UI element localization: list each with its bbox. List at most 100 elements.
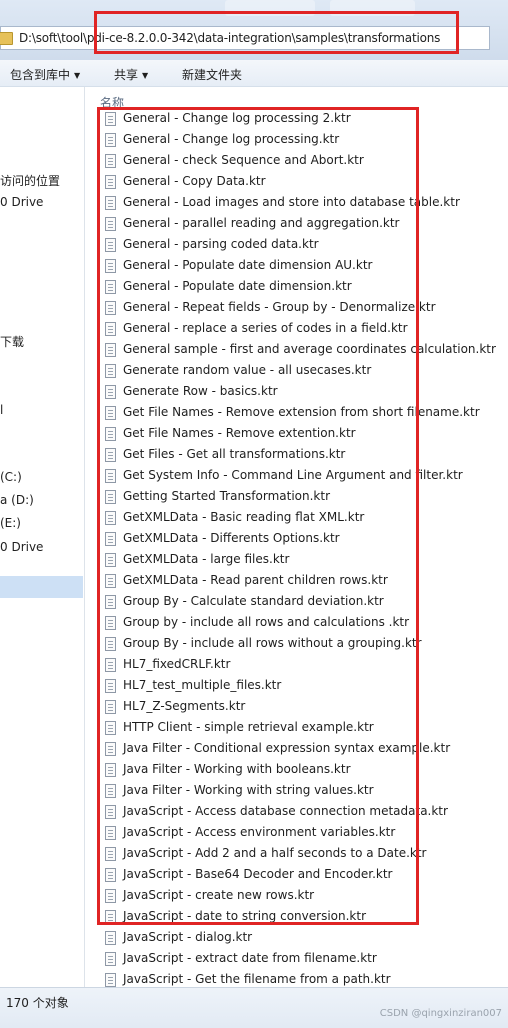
- file-icon: [105, 952, 116, 966]
- nav-item-downloads[interactable]: 下载: [0, 333, 24, 350]
- file-name: JavaScript - dialog.ktr: [123, 930, 253, 944]
- file-row[interactable]: General - Populate date dimension.ktr: [105, 277, 505, 298]
- file-row[interactable]: Java Filter - Conditional expression syn…: [105, 739, 505, 760]
- file-row[interactable]: Get System Info - Command Line Argument …: [105, 466, 505, 487]
- file-name: HTTP Client - simple retrieval example.k…: [123, 720, 374, 734]
- file-icon: [105, 679, 116, 693]
- file-icon: [105, 490, 116, 504]
- nav-item-drive-e[interactable]: (E:): [0, 516, 21, 530]
- file-icon: [105, 595, 116, 609]
- file-row[interactable]: Java Filter - Working with booleans.ktr: [105, 760, 505, 781]
- file-row[interactable]: General - parallel reading and aggregati…: [105, 214, 505, 235]
- file-row[interactable]: General - Repeat fields - Group by - Den…: [105, 298, 505, 319]
- file-name: JavaScript - Add 2 and a half seconds to…: [123, 846, 427, 860]
- file-name: GetXMLData - Read parent children rows.k…: [123, 573, 388, 587]
- file-row[interactable]: GetXMLData - large files.ktr: [105, 550, 505, 571]
- nav-item-library[interactable]: l: [0, 403, 3, 417]
- nav-item-drive-c[interactable]: (C:): [0, 470, 22, 484]
- new-folder-button[interactable]: 新建文件夹: [182, 66, 242, 83]
- file-icon: [105, 847, 116, 861]
- file-name: Get System Info - Command Line Argument …: [123, 468, 463, 482]
- nav-item-recent-places[interactable]: 访问的位置: [0, 172, 60, 189]
- file-row[interactable]: General - check Sequence and Abort.ktr: [105, 151, 505, 172]
- file-row[interactable]: JavaScript - extract date from filename.…: [105, 949, 505, 970]
- file-icon: [105, 322, 116, 336]
- share-button[interactable]: 共享 ▼: [114, 66, 148, 83]
- address-path: D:\soft\tool\pdi-ce-8.2.0.0-342\data-int…: [19, 31, 441, 45]
- file-row[interactable]: General sample - first and average coord…: [105, 340, 505, 361]
- chevron-down-icon: ▼: [142, 71, 149, 80]
- file-row[interactable]: Java Filter - Working with string values…: [105, 781, 505, 802]
- file-icon: [105, 511, 116, 525]
- file-row[interactable]: Group By - include all rows without a gr…: [105, 634, 505, 655]
- file-name: Group by - include all rows and calculat…: [123, 615, 410, 629]
- file-row[interactable]: HL7_fixedCRLF.ktr: [105, 655, 505, 676]
- file-row[interactable]: GetXMLData - Differents Options.ktr: [105, 529, 505, 550]
- chevron-down-icon: ▼: [74, 71, 81, 80]
- file-row[interactable]: General - Change log processing 2.ktr: [105, 109, 505, 130]
- file-row[interactable]: Get File Names - Remove extention.ktr: [105, 424, 505, 445]
- file-name: General - check Sequence and Abort.ktr: [123, 153, 364, 167]
- file-name: Java Filter - Conditional expression syn…: [123, 741, 451, 755]
- file-row[interactable]: Generate Row - basics.ktr: [105, 382, 505, 403]
- file-row[interactable]: GetXMLData - Read parent children rows.k…: [105, 571, 505, 592]
- include-in-library-button[interactable]: 包含到库中 ▼: [10, 66, 80, 83]
- file-name: JavaScript - extract date from filename.…: [123, 951, 377, 965]
- file-icon: [105, 301, 116, 315]
- watermark: CSDN @qingxinziran007: [379, 1008, 502, 1019]
- file-name: JavaScript - Access environment variable…: [123, 825, 396, 839]
- file-row[interactable]: JavaScript - dialog.ktr: [105, 928, 505, 949]
- item-count: 170 个对象: [6, 996, 69, 1010]
- background-tab: [330, 0, 415, 16]
- file-name: General - Change log processing.ktr: [123, 132, 340, 146]
- file-row[interactable]: JavaScript - Access database connection …: [105, 802, 505, 823]
- file-row[interactable]: Getting Started Transformation.ktr: [105, 487, 505, 508]
- file-row[interactable]: Get File Names - Remove extension from s…: [105, 403, 505, 424]
- file-icon: [105, 826, 116, 840]
- file-row[interactable]: General - Change log processing.ktr: [105, 130, 505, 151]
- file-row[interactable]: Group By - Calculate standard deviation.…: [105, 592, 505, 613]
- file-icon: [105, 742, 116, 756]
- file-row[interactable]: JavaScript - Add 2 and a half seconds to…: [105, 844, 505, 865]
- file-row[interactable]: HL7_Z-Segments.ktr: [105, 697, 505, 718]
- file-icon: [105, 616, 116, 630]
- file-row[interactable]: General - replace a series of codes in a…: [105, 319, 505, 340]
- file-row[interactable]: GetXMLData - Basic reading flat XML.ktr: [105, 508, 505, 529]
- title-bar: D:\soft\tool\pdi-ce-8.2.0.0-342\data-int…: [0, 0, 508, 60]
- file-name: HL7_test_multiple_files.ktr: [123, 678, 282, 692]
- nav-selection-highlight: [0, 576, 83, 598]
- folder-icon: [0, 32, 13, 45]
- file-icon: [105, 259, 116, 273]
- file-name: Get File Names - Remove extention.ktr: [123, 426, 356, 440]
- file-row[interactable]: Generate random value - all usecases.ktr: [105, 361, 505, 382]
- file-icon: [105, 637, 116, 651]
- share-label: 共享: [114, 68, 139, 82]
- file-icon: [105, 280, 116, 294]
- nav-item-drive-d[interactable]: a (D:): [0, 493, 34, 507]
- file-icon: [105, 448, 116, 462]
- file-icon: [105, 574, 116, 588]
- nav-item-drive[interactable]: 0 Drive: [0, 195, 43, 209]
- file-row[interactable]: General - parsing coded data.ktr: [105, 235, 505, 256]
- file-row[interactable]: General - Populate date dimension AU.ktr: [105, 256, 505, 277]
- file-row[interactable]: Group by - include all rows and calculat…: [105, 613, 505, 634]
- file-icon: [105, 469, 116, 483]
- file-row[interactable]: Get Files - Get all transformations.ktr: [105, 445, 505, 466]
- file-row[interactable]: HTTP Client - simple retrieval example.k…: [105, 718, 505, 739]
- file-name: JavaScript - Base64 Decoder and Encoder.…: [123, 867, 393, 881]
- file-icon: [105, 868, 116, 882]
- file-row[interactable]: JavaScript - Access environment variable…: [105, 823, 505, 844]
- file-name: Get Files - Get all transformations.ktr: [123, 447, 346, 461]
- file-row[interactable]: General - Copy Data.ktr: [105, 172, 505, 193]
- file-row[interactable]: HL7_test_multiple_files.ktr: [105, 676, 505, 697]
- nav-item-drive-2[interactable]: 0 Drive: [0, 540, 43, 554]
- file-row[interactable]: JavaScript - date to string conversion.k…: [105, 907, 505, 928]
- file-name: Java Filter - Working with booleans.ktr: [123, 762, 351, 776]
- file-name: GetXMLData - Basic reading flat XML.ktr: [123, 510, 365, 524]
- file-row[interactable]: JavaScript - create new rows.ktr: [105, 886, 505, 907]
- file-row[interactable]: JavaScript - Base64 Decoder and Encoder.…: [105, 865, 505, 886]
- address-bar[interactable]: D:\soft\tool\pdi-ce-8.2.0.0-342\data-int…: [0, 26, 490, 50]
- file-icon: [105, 217, 116, 231]
- include-in-library-label: 包含到库中: [10, 68, 71, 82]
- file-row[interactable]: General - Load images and store into dat…: [105, 193, 505, 214]
